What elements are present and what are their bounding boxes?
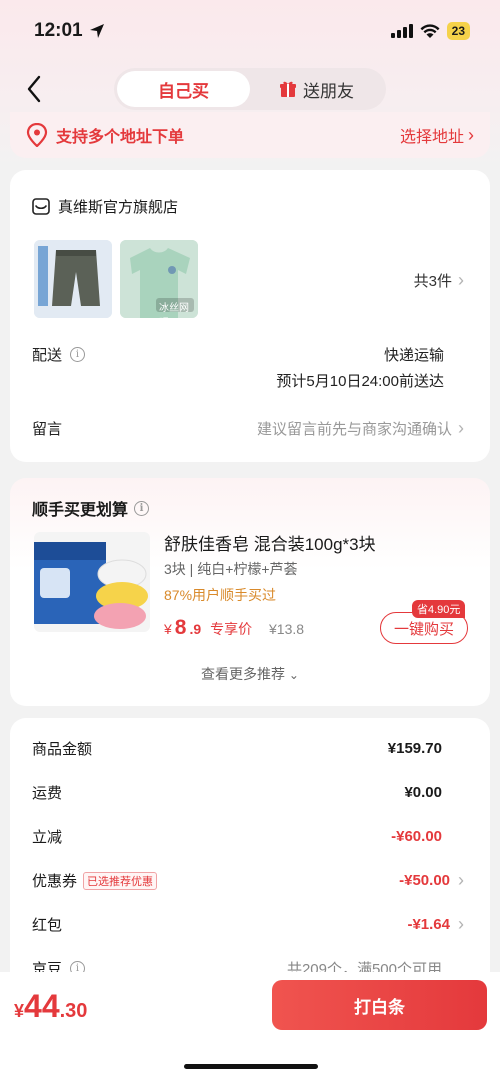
shop-name: 真维斯官方旗舰店 (58, 199, 179, 216)
home-indicator (184, 1064, 318, 1069)
wifi-icon (420, 23, 440, 38)
total-currency: ¥ (14, 1001, 25, 1021)
chevron-right-icon: › (458, 418, 464, 438)
battery-indicator: 23 (446, 22, 470, 40)
summary-value: ¥159.70 (387, 740, 442, 757)
back-chevron-icon[interactable] (24, 74, 46, 104)
status-time: 12:01 (34, 20, 105, 42)
location-pin-icon (26, 123, 48, 147)
info-icon[interactable]: i (70, 347, 86, 362)
price-currency: ¥ (164, 621, 172, 637)
gift-icon (280, 81, 296, 97)
deal-price: ¥ 8 .9 专享价 (164, 616, 252, 640)
time-text: 12:01 (34, 20, 83, 41)
message-label: 留言 (32, 421, 63, 438)
delivery-eta: 预计5月10日24:00前送达 (276, 373, 444, 390)
coupon-label-group: 优惠券 已选推荐优惠 (32, 870, 158, 891)
total-decimal: .30 (59, 1000, 88, 1022)
chevron-down-icon: ⌄ (288, 668, 299, 682)
item-count: 共3件 (413, 273, 452, 290)
delivery-label-group: 配送 i (32, 344, 86, 365)
message-placeholder: 建议留言前先与商家沟通确认 (256, 421, 452, 438)
info-icon[interactable]: i (134, 500, 150, 516)
product-thumbnail-shorts[interactable] (34, 240, 112, 318)
purchase-mode-switch: 自己买 送朋友 (114, 68, 386, 110)
summary-label: 红包 (32, 917, 63, 934)
tab-buy-for-self-label: 自己买 (158, 81, 209, 101)
address-banner-label: 支持多个地址下单 (56, 129, 185, 146)
summary-value: -¥1.64 (407, 916, 450, 933)
location-arrow-icon (89, 24, 104, 38)
summary-row-discount: 立减 -¥60.00 (32, 826, 464, 847)
select-address-link[interactable]: 选择地址 › (400, 123, 474, 147)
soap-product-image[interactable] (34, 532, 150, 632)
tab-send-to-friend[interactable]: 送朋友 (250, 71, 383, 107)
summary-value: ¥0.00 (404, 784, 442, 801)
summary-value-group: -¥1.64 › (407, 914, 464, 935)
pay-with-baitiao-button[interactable]: 打白条 (272, 980, 487, 1030)
coupon-applied-tag: 已选推荐优惠 (83, 871, 158, 890)
tab-send-to-friend-label: 送朋友 (303, 81, 354, 101)
shop-order-card: 真维斯官方旗舰店 冰丝网眼 共3件 › 配送 i 快递运输 预计5月10日24:… (10, 170, 490, 462)
summary-row-coupon[interactable]: 优惠券 已选推荐优惠 -¥50.00 › (32, 870, 464, 891)
product-thumbnail-tshirt[interactable]: 冰丝网眼 (120, 240, 198, 318)
address-banner-left: 支持多个地址下单 (26, 123, 184, 147)
add-on-deal-card: 顺手买更划算 i 舒肤佳香皂 混合装100g*3块 3块 | 纯白+柠檬+芦荟 … (10, 478, 490, 706)
summary-value: -¥50.00 (399, 872, 450, 889)
summary-value-group: -¥50.00 › (399, 870, 464, 891)
deal-title-group: 顺手买更划算 i (32, 496, 150, 520)
summary-row-shipping: 运费 ¥0.00 (32, 782, 464, 803)
order-total: ¥ 44 .30 (14, 988, 87, 1025)
price-decimal: .9 (189, 621, 202, 637)
deal-product-spec: 3块 | 纯白+柠檬+芦荟 (164, 561, 298, 577)
select-address-label: 选择地址 (399, 129, 464, 146)
price-integer: 8 (174, 616, 187, 639)
checkout-bar: ¥ 44 .30 打白条 (0, 972, 500, 1081)
summary-label: 商品金额 (32, 741, 93, 758)
delivery-method: 快递运输 (383, 347, 444, 364)
tab-buy-for-self[interactable]: 自己买 (117, 71, 250, 107)
soap-image-icon (34, 542, 148, 629)
cellular-signal-icon (390, 24, 413, 38)
chevron-right-icon: › (458, 870, 464, 890)
more-recommendations-link[interactable]: 查看更多推荐 ⌄ (10, 664, 490, 684)
summary-label: 优惠券 (32, 873, 78, 890)
deal-title: 顺手买更划算 (32, 502, 129, 519)
chevron-right-icon: › (468, 124, 474, 145)
delivery-label: 配送 (32, 347, 63, 364)
price-tag: 专享价 (210, 621, 253, 637)
chevron-right-icon: › (458, 270, 464, 290)
chevron-right-icon: › (458, 914, 464, 934)
top-nav: 自己买 送朋友 (0, 66, 500, 112)
summary-label: 立减 (32, 829, 63, 846)
thumbnail-caption: 冰丝网眼 (159, 303, 189, 314)
message-input[interactable]: 建议留言前先与商家沟通确认 › (257, 418, 464, 439)
summary-row-goods: 商品金额 ¥159.70 (32, 738, 464, 759)
original-price: ¥13.8 (269, 621, 305, 637)
store-icon (32, 198, 50, 215)
summary-label: 运费 (32, 785, 63, 802)
deal-social-proof: 87%用户顺手买过 (164, 587, 277, 603)
shorts-image-icon (34, 240, 112, 318)
deal-product-name[interactable]: 舒肤佳香皂 混合装100g*3块 (164, 530, 376, 555)
address-banner[interactable]: 支持多个地址下单 选择地址 › (10, 112, 490, 158)
savings-badge: 省4.90元 (412, 600, 466, 618)
shop-header[interactable]: 真维斯官方旗舰店 (32, 196, 178, 217)
summary-row-red-packet[interactable]: 红包 -¥1.64 › (32, 914, 464, 935)
more-recommendations-label: 查看更多推荐 (201, 666, 286, 682)
total-integer: 44 (24, 988, 60, 1024)
summary-value: -¥60.00 (391, 828, 442, 845)
status-bar: 12:01 23 (0, 0, 500, 62)
item-count-link[interactable]: 共3件 › (414, 270, 464, 291)
status-icons: 23 (390, 22, 470, 40)
